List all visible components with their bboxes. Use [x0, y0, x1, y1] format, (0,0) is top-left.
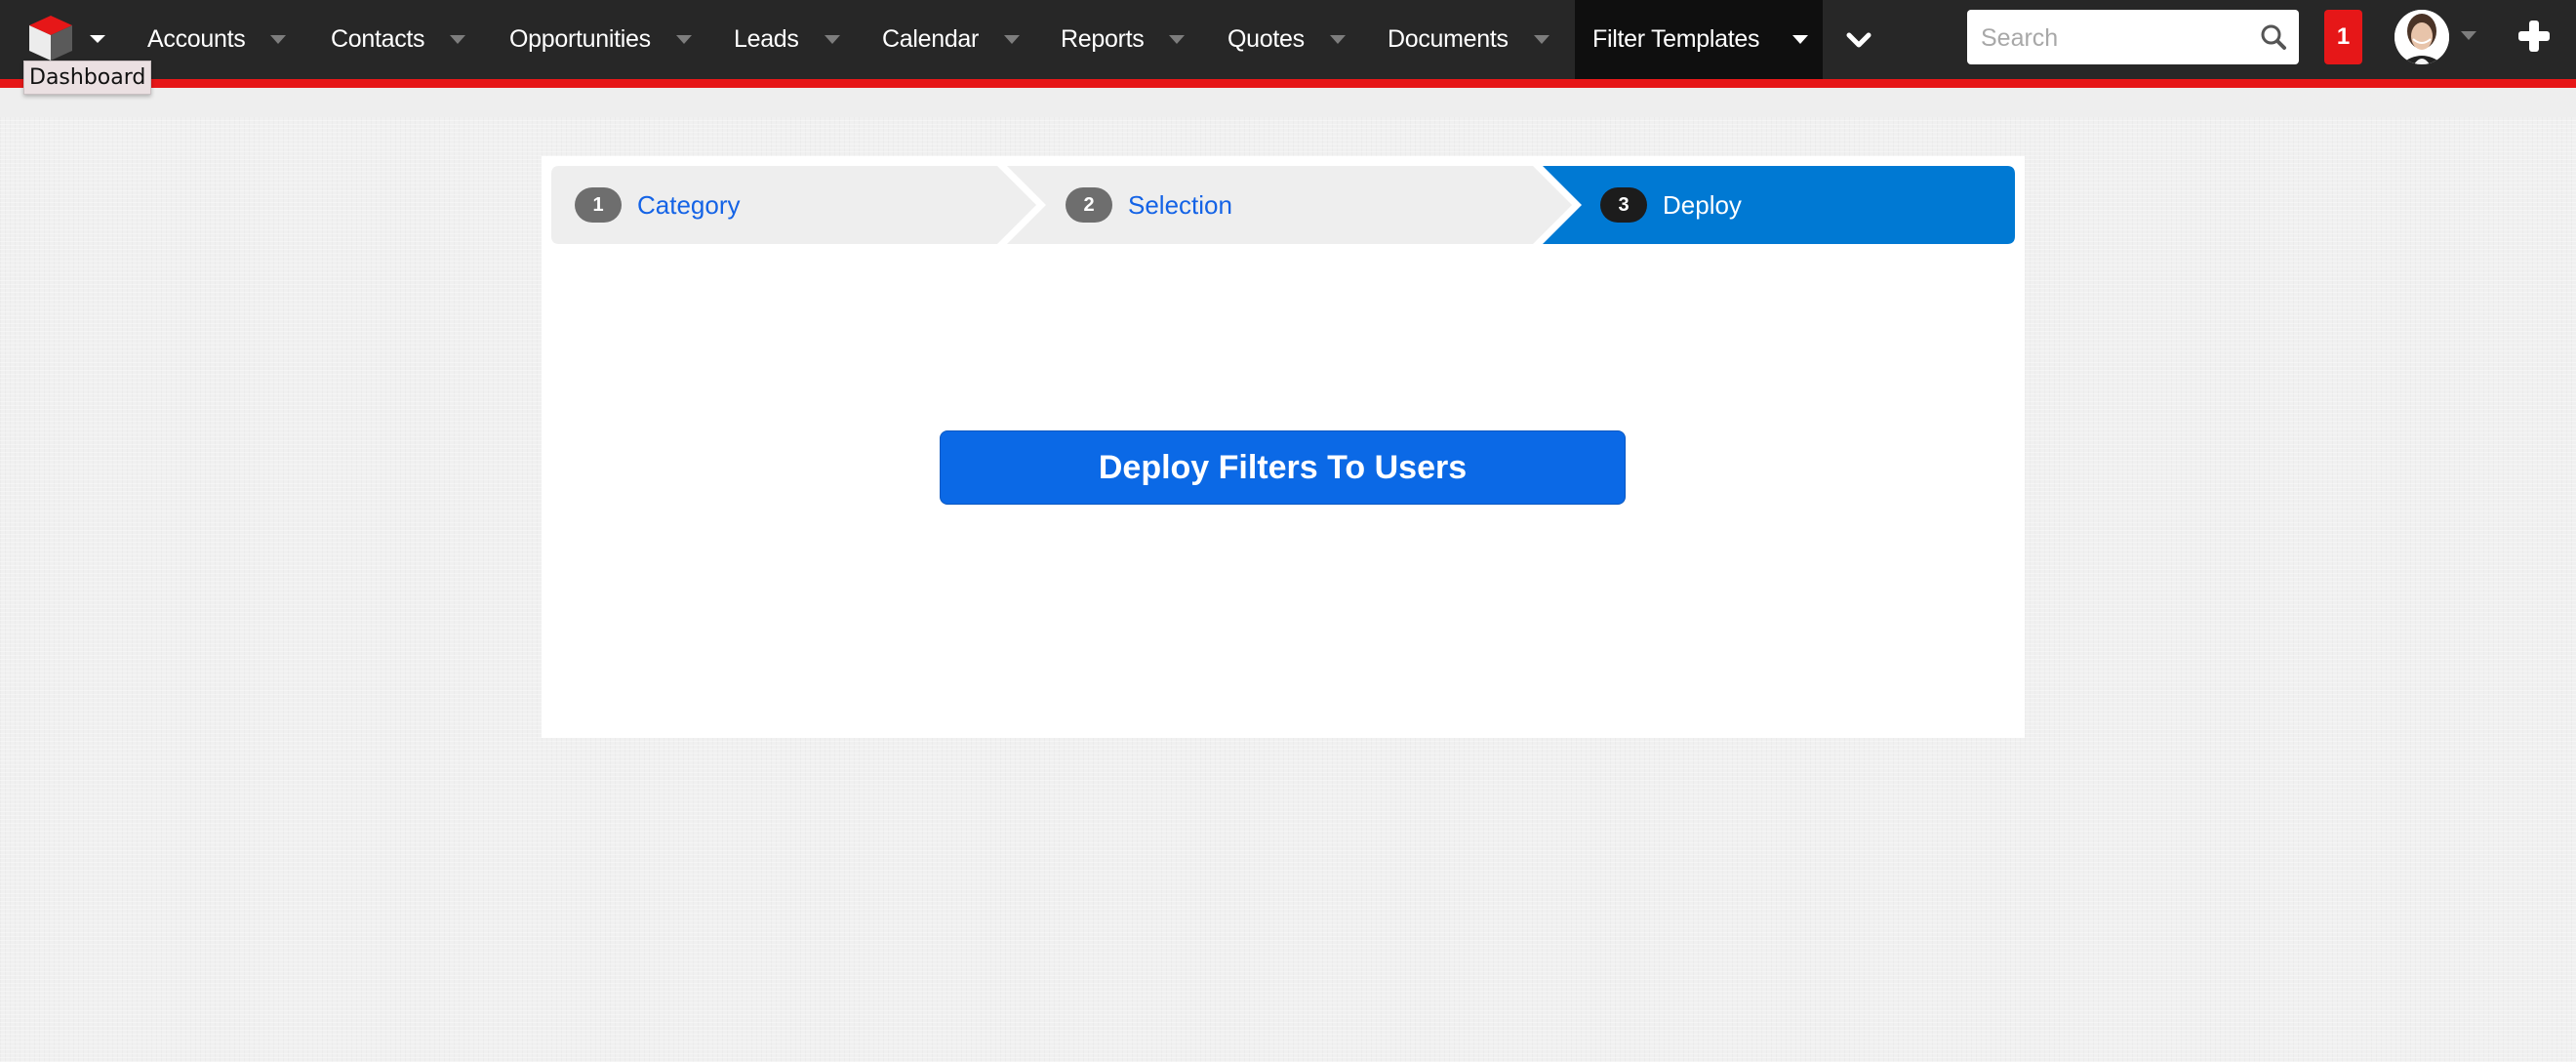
- nav-item-contacts[interactable]: Contacts: [331, 0, 466, 79]
- notifications-badge[interactable]: 1: [2324, 10, 2362, 64]
- caret-down-icon[interactable]: [2461, 31, 2476, 40]
- step-number-badge: 2: [1066, 187, 1112, 223]
- nav-item-label: Calendar: [882, 25, 980, 53]
- wizard-panel: 1 Category 2 Selection 3 Deploy Deploy F…: [542, 156, 2025, 738]
- deploy-filters-button[interactable]: Deploy Filters To Users: [940, 430, 1626, 505]
- nav-item-documents[interactable]: Documents: [1388, 0, 1550, 79]
- step-label: Deploy: [1663, 189, 1742, 220]
- nav-item-opportunities[interactable]: Opportunities: [509, 0, 692, 79]
- brand-accent-bar: [0, 79, 2576, 88]
- nav-item-label: Documents: [1388, 25, 1509, 53]
- step-number-badge: 1: [575, 187, 622, 223]
- sugar-cube-logo-icon[interactable]: [27, 16, 74, 61]
- caret-down-icon[interactable]: [1329, 35, 1346, 44]
- nav-item-reports[interactable]: Reports: [1061, 0, 1186, 79]
- search-icon[interactable]: [2260, 23, 2287, 51]
- wizard-steps: 1 Category 2 Selection 3 Deploy: [551, 166, 2015, 244]
- logo-menu-caret-icon[interactable]: [90, 35, 105, 43]
- top-navbar: Accounts Contacts Opportunities Leads Ca…: [0, 0, 2576, 79]
- nav-item-label: Leads: [734, 25, 799, 53]
- nav-item-label: Accounts: [147, 25, 246, 53]
- nav-item-label: Contacts: [331, 25, 425, 53]
- caret-down-icon[interactable]: [675, 35, 692, 44]
- search-input[interactable]: [1979, 10, 2246, 66]
- step-backgrounds: [551, 166, 2015, 244]
- caret-down-icon[interactable]: [270, 35, 287, 44]
- dashboard-tooltip: Dashboard: [23, 61, 152, 95]
- caret-down-icon[interactable]: [824, 35, 840, 44]
- caret-down-icon[interactable]: [1792, 35, 1809, 44]
- caret-down-icon[interactable]: [1004, 35, 1021, 44]
- chevron-down-icon[interactable]: [1846, 27, 1872, 53]
- nav-item-quotes[interactable]: Quotes: [1228, 0, 1346, 79]
- wizard-step-deploy[interactable]: 3 Deploy: [1600, 166, 1742, 244]
- user-avatar[interactable]: [2395, 10, 2449, 64]
- wizard-step-selection[interactable]: 2 Selection: [1066, 166, 1232, 244]
- nav-item-label: Opportunities: [509, 25, 651, 53]
- caret-down-icon[interactable]: [1169, 35, 1186, 44]
- nav-item-calendar[interactable]: Calendar: [882, 0, 1021, 79]
- global-search: [1967, 10, 2299, 66]
- step-number-badge: 3: [1600, 187, 1647, 223]
- plus-icon[interactable]: [2517, 20, 2551, 53]
- wizard-step-category[interactable]: 1 Category: [575, 166, 741, 244]
- nav-item-label: Reports: [1061, 25, 1145, 53]
- nav-item-accounts[interactable]: Accounts: [147, 0, 287, 79]
- caret-down-icon[interactable]: [1533, 35, 1550, 44]
- nav-item-label: Filter Templates: [1592, 25, 1760, 53]
- page-header-spacer: [0, 88, 2576, 117]
- nav-item-leads[interactable]: Leads: [734, 0, 840, 79]
- nav-item-label: Quotes: [1228, 25, 1305, 53]
- step-label[interactable]: Selection: [1128, 190, 1232, 221]
- caret-down-icon[interactable]: [450, 35, 466, 44]
- step-label[interactable]: Category: [637, 190, 741, 221]
- nav-item-filter-templates[interactable]: Filter Templates: [1575, 0, 1823, 79]
- avatar-portrait-icon: [2395, 10, 2449, 64]
